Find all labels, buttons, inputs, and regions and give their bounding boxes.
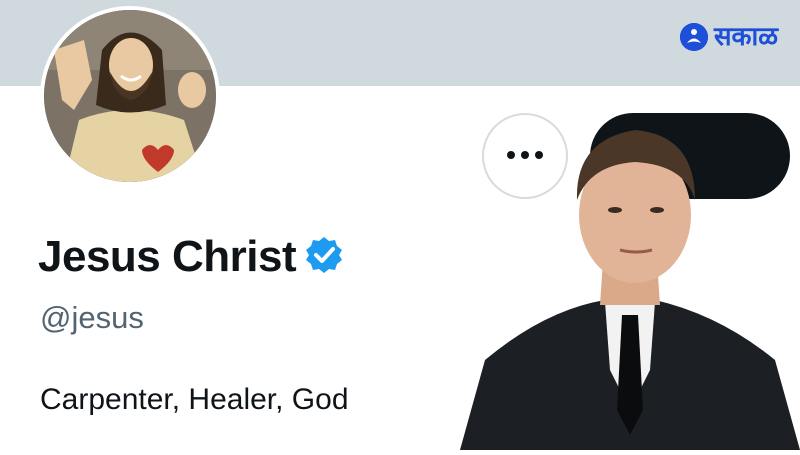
display-name-row: Jesus Christ: [38, 232, 344, 282]
brand-logo-text: सकाळ: [713, 22, 778, 52]
profile-handle: @jesus: [40, 300, 144, 335]
profile-avatar[interactable]: [40, 6, 220, 186]
display-name: Jesus Christ: [38, 232, 297, 281]
verified-badge-icon: [304, 235, 344, 280]
brand-mark-icon: [679, 23, 708, 51]
person-photo: [455, 110, 800, 450]
profile-bio: Carpenter, Healer, God: [40, 383, 349, 416]
publisher-logo: सकाळ: [679, 20, 778, 54]
